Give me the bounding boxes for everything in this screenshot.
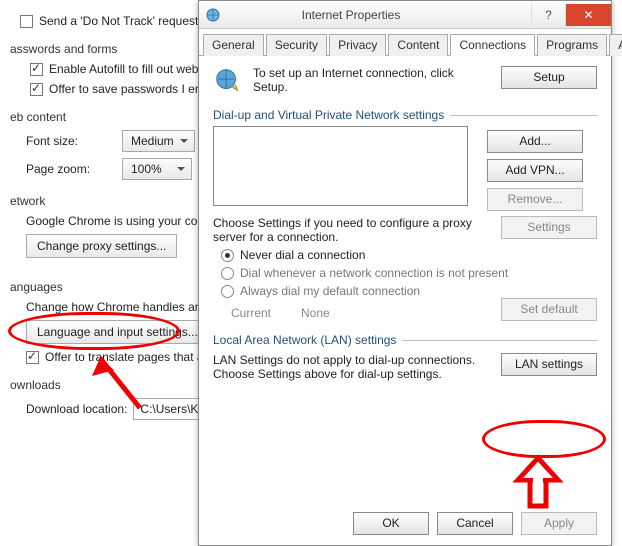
tab-connections[interactable]: Connections xyxy=(450,34,535,56)
add-vpn-button[interactable]: Add VPN... xyxy=(487,159,583,182)
lan-text: LAN Settings do not apply to dial-up con… xyxy=(213,353,491,381)
zoom-label: Page zoom: xyxy=(26,162,116,176)
dnt-checkbox[interactable] xyxy=(20,15,33,28)
translate-checkbox[interactable] xyxy=(26,351,39,364)
language-settings-button[interactable]: Language and input settings... xyxy=(26,320,209,344)
download-location-label: Download location: xyxy=(26,402,127,416)
font-size-label: Font size: xyxy=(26,134,116,148)
tab-advanced[interactable]: Advanced xyxy=(609,34,622,56)
remove-button: Remove... xyxy=(487,188,583,211)
connections-listbox[interactable] xyxy=(213,126,468,206)
setup-text: To set up an Internet connection, click … xyxy=(253,66,491,94)
dialup-header-text: Dial-up and Virtual Private Network sett… xyxy=(213,108,444,122)
zoom-select[interactable]: 100% xyxy=(122,158,192,180)
lan-settings-button[interactable]: LAN settings xyxy=(501,353,597,376)
ok-button[interactable]: OK xyxy=(353,512,429,535)
current-label: Current xyxy=(231,306,271,320)
close-button[interactable]: ✕ xyxy=(565,4,611,26)
autofill-checkbox[interactable] xyxy=(30,63,43,76)
add-button[interactable]: Add... xyxy=(487,130,583,153)
lan-group-label: Local Area Network (LAN) settings xyxy=(213,333,597,347)
radio-always-label: Always dial my default connection xyxy=(240,284,420,298)
radio-never-label: Never dial a connection xyxy=(240,248,365,262)
current-value: None xyxy=(301,306,330,320)
lan-header-text: Local Area Network (LAN) settings xyxy=(213,333,396,347)
tab-general[interactable]: General xyxy=(203,34,264,56)
setup-button[interactable]: Setup xyxy=(501,66,597,89)
internet-properties-dialog: Internet Properties ? ✕ General Security… xyxy=(198,0,612,546)
font-size-select[interactable]: Medium xyxy=(122,130,195,152)
tab-strip: General Security Privacy Content Connect… xyxy=(199,29,611,56)
radio-never-dial[interactable] xyxy=(221,249,234,262)
dialog-body: To set up an Internet connection, click … xyxy=(199,56,611,391)
internet-options-icon xyxy=(205,7,221,23)
radio-dial-label: Dial whenever a network connection is no… xyxy=(240,266,508,280)
tab-security[interactable]: Security xyxy=(266,34,327,56)
radio-dial-when xyxy=(221,267,234,280)
savepwd-checkbox[interactable] xyxy=(30,83,43,96)
choose-settings-text: Choose Settings if you need to configure… xyxy=(213,216,491,244)
change-proxy-button[interactable]: Change proxy settings... xyxy=(26,234,177,258)
apply-button: Apply xyxy=(521,512,597,535)
dialup-group-label: Dial-up and Virtual Private Network sett… xyxy=(213,108,597,122)
help-button[interactable]: ? xyxy=(531,4,565,26)
globe-icon xyxy=(213,66,243,96)
radio-always-dial xyxy=(221,285,234,298)
titlebar: Internet Properties ? ✕ xyxy=(199,1,611,29)
set-default-button: Set default xyxy=(501,298,597,321)
settings-button: Settings xyxy=(501,216,597,239)
tab-privacy[interactable]: Privacy xyxy=(329,34,386,56)
tab-programs[interactable]: Programs xyxy=(537,34,607,56)
dialog-title: Internet Properties xyxy=(231,8,531,22)
tab-content[interactable]: Content xyxy=(388,34,448,56)
cancel-button[interactable]: Cancel xyxy=(437,512,513,535)
